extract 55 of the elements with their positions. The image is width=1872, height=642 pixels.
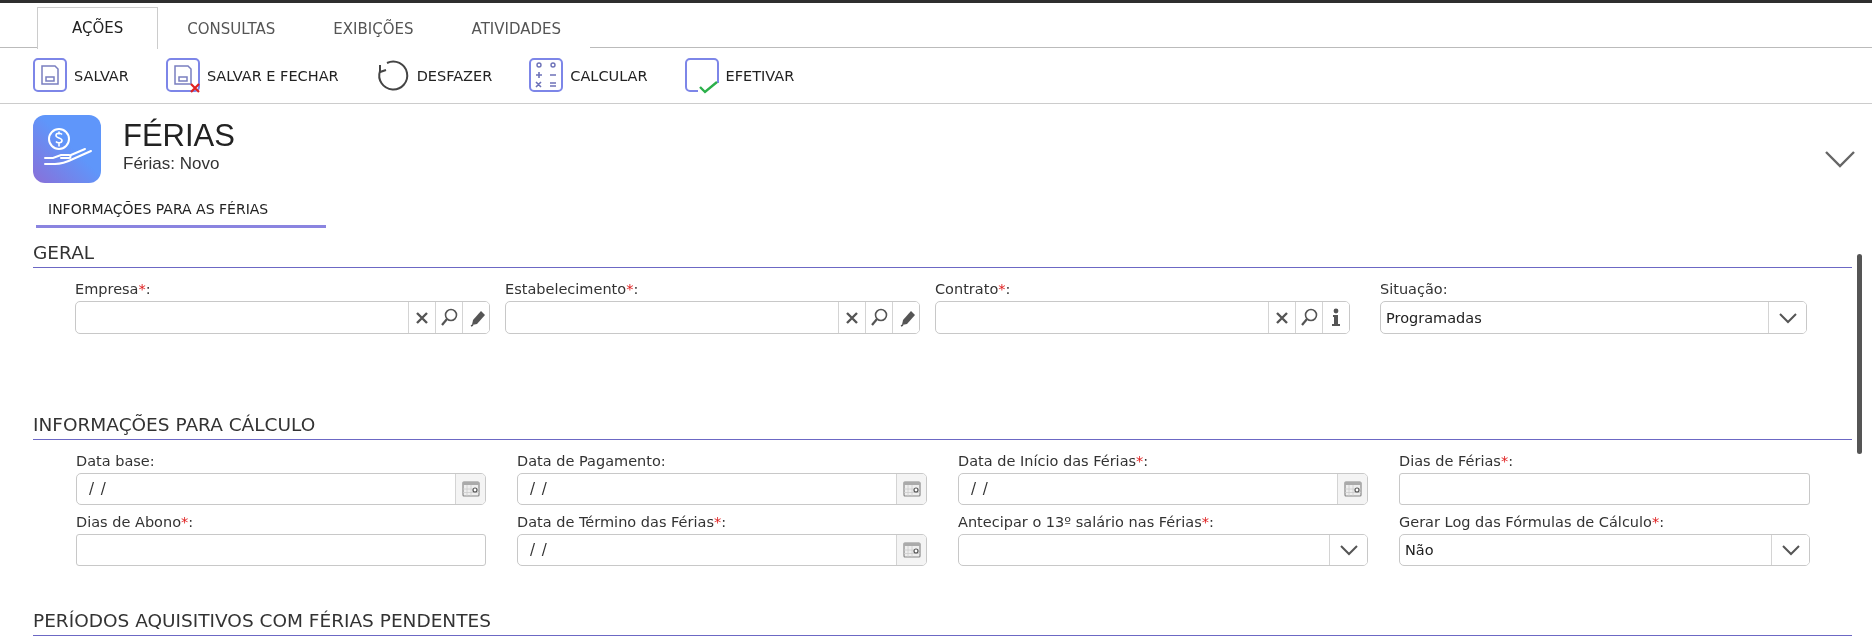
toolbar-button[interactable]: CALCULAR <box>528 57 648 94</box>
edit-button[interactable] <box>892 302 919 333</box>
section-heading: INFORMAÇÕES PARA CÁLCULO <box>33 413 317 436</box>
field-label: Antecipar o 13º salário nas Férias*: <box>958 513 1215 532</box>
field-label: Data base: <box>76 452 156 471</box>
floppy-disk-x-icon <box>164 57 202 94</box>
tab[interactable]: AÇÕES <box>37 7 159 49</box>
field-label: Data de Término das Férias*: <box>517 513 728 532</box>
field-label: Data de Pagamento: <box>517 452 667 471</box>
money-hand-icon <box>33 115 101 183</box>
field-label: Dias de Abono*: <box>76 513 195 532</box>
page-subtitle: Férias: Novo <box>123 154 221 174</box>
field-label: Empresa*: <box>75 280 152 299</box>
text-field[interactable] <box>76 534 486 566</box>
dropdown-field[interactable]: Programadas <box>1380 301 1807 334</box>
calendar-icon <box>1342 480 1363 498</box>
toolbar-button[interactable]: DESFAZER <box>374 57 493 94</box>
chevron-down-icon <box>1777 310 1798 325</box>
toolbar-button[interactable]: EFETIVAR <box>683 57 795 94</box>
page-title: FÉRIAS <box>123 118 235 154</box>
lookup-field[interactable] <box>75 301 490 334</box>
section-heading: PERÍODOS AQUISITIVOS COM FÉRIAS PENDENTES <box>33 609 492 632</box>
calendar-icon <box>460 480 481 498</box>
chevron-down-icon <box>1338 543 1359 557</box>
chevron-down-icon <box>1824 149 1856 169</box>
field-label: Gerar Log das Fórmulas de Cálculo*: <box>1399 513 1666 532</box>
dropdown-button[interactable] <box>1329 535 1367 565</box>
calculator-icon <box>528 57 566 94</box>
section-heading: GERAL <box>33 241 96 264</box>
field-label: Dias de Férias*: <box>1399 452 1515 471</box>
checkmark-square-icon <box>683 57 721 94</box>
date-field[interactable]: / / <box>76 473 486 505</box>
dropdown-field[interactable]: Não <box>1399 534 1810 566</box>
section-tab[interactable]: INFORMAÇÕES PARA AS FÉRIAS <box>36 194 326 228</box>
date-field[interactable]: / / <box>958 473 1368 505</box>
dropdown-field[interactable] <box>958 534 1368 566</box>
text-field[interactable] <box>1399 473 1810 505</box>
toolbar-button[interactable]: SALVAR <box>32 57 129 94</box>
date-field[interactable]: / / <box>517 534 927 566</box>
lookup-field[interactable] <box>505 301 920 334</box>
toolbar-button[interactable]: SALVAR E FECHAR <box>164 57 339 94</box>
info-button[interactable] <box>1322 302 1349 333</box>
lookup-field[interactable] <box>935 301 1350 334</box>
dropdown-button[interactable] <box>1768 302 1806 333</box>
field-label: Estabelecimento*: <box>505 280 640 299</box>
calendar-icon <box>901 480 922 498</box>
field-label: Situação: <box>1380 280 1449 299</box>
field-label: Contrato*: <box>935 280 1012 299</box>
edit-button[interactable] <box>462 302 489 333</box>
calendar-icon <box>901 541 922 559</box>
chevron-down-icon <box>1780 543 1801 557</box>
field-label: Data de Início das Férias*: <box>958 452 1150 471</box>
date-field[interactable]: / / <box>517 473 927 505</box>
dropdown-button[interactable] <box>1771 535 1809 565</box>
scrollbar-thumb[interactable] <box>1857 254 1862 454</box>
